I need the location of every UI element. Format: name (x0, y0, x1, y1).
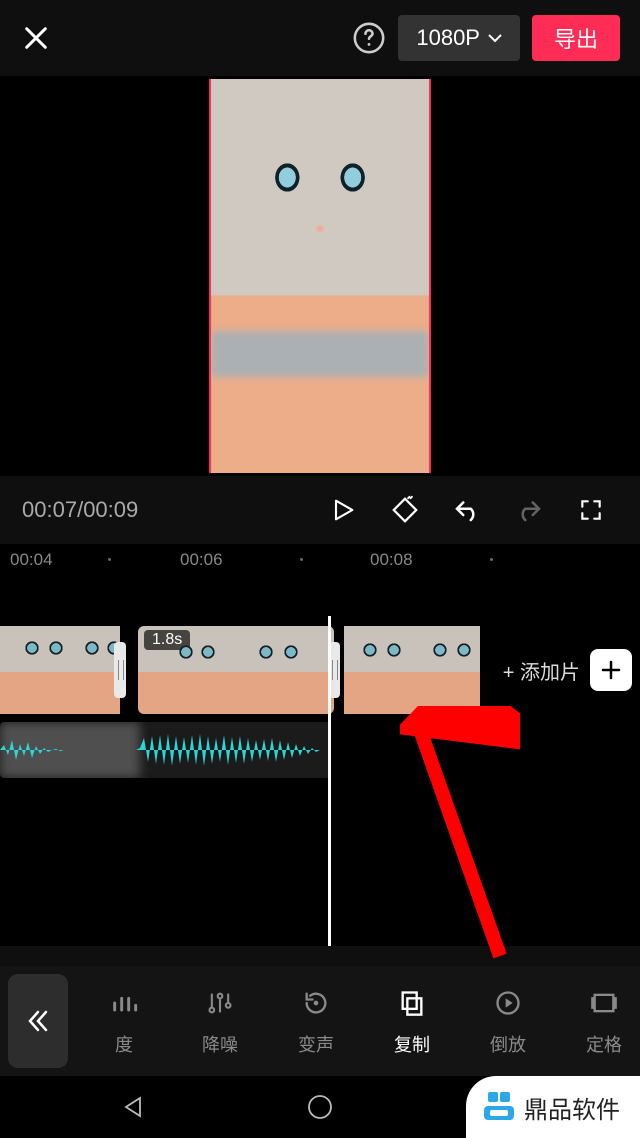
watermark-text: 鼎品软件 (524, 1090, 620, 1125)
watermark-logo-icon (482, 1090, 516, 1124)
nav-home-icon[interactable] (306, 1093, 334, 1121)
tool-denoise[interactable]: 降噪 (172, 985, 268, 1057)
resolution-label: 1080P (416, 25, 480, 51)
watermark: 鼎品软件 (466, 1076, 640, 1138)
tool-label: 变声 (298, 1031, 334, 1057)
audio-track[interactable] (0, 722, 330, 778)
chevron-down-icon (488, 33, 502, 43)
tool-label: 度 (115, 1031, 133, 1057)
transition-handle-1[interactable] (114, 642, 126, 698)
tool-copy[interactable]: 复制 (364, 985, 460, 1057)
add-segment-button[interactable] (590, 649, 632, 691)
export-button[interactable]: 导出 (532, 15, 620, 61)
chevron-double-left-icon (25, 1008, 51, 1034)
video-track: 1.8s + 添加片 (0, 626, 640, 714)
tool-speed[interactable]: 度 (76, 985, 172, 1057)
keyframe-button[interactable] (378, 483, 432, 537)
denoise-icon (202, 985, 238, 1021)
freeze-icon (586, 985, 622, 1021)
nav-back-icon[interactable] (120, 1094, 146, 1120)
timeline[interactable]: 1.8s + 添加片 (0, 576, 640, 946)
close-icon[interactable] (20, 22, 52, 54)
clip-2[interactable]: 1.8s (138, 626, 334, 714)
clip-1[interactable] (0, 626, 120, 714)
tool-label: 定格 (586, 1031, 622, 1057)
play-button[interactable] (316, 483, 370, 537)
help-icon[interactable] (352, 21, 386, 55)
tool-label: 降噪 (202, 1031, 238, 1057)
collapse-button[interactable] (8, 974, 68, 1068)
speed-icon (106, 985, 142, 1021)
copy-icon (394, 985, 430, 1021)
undo-button[interactable] (440, 483, 494, 537)
playhead[interactable] (328, 616, 331, 946)
redo-button[interactable] (502, 483, 556, 537)
fullscreen-button[interactable] (564, 483, 618, 537)
tool-label: 倒放 (490, 1031, 526, 1057)
clip-3[interactable] (344, 626, 480, 714)
tool-voice[interactable]: 变声 (268, 985, 364, 1057)
plus-icon (600, 659, 622, 681)
tool-label: 复制 (394, 1031, 430, 1057)
bottom-toolbar: 度 降噪 变声 复制 倒放 定格 (0, 966, 640, 1076)
voice-icon (298, 985, 334, 1021)
tool-freeze[interactable]: 定格 (556, 985, 640, 1057)
resolution-button[interactable]: 1080P (398, 15, 520, 61)
preview-frame (209, 79, 431, 473)
time-display: 00:07/00:09 (22, 497, 138, 523)
waveform (0, 730, 330, 770)
time-ruler[interactable]: 00:04 00:06 00:08 (0, 544, 640, 576)
preview-area[interactable] (0, 76, 640, 476)
reverse-icon (490, 985, 526, 1021)
add-segment-label: + 添加片 (503, 656, 580, 685)
tool-reverse[interactable]: 倒放 (460, 985, 556, 1057)
